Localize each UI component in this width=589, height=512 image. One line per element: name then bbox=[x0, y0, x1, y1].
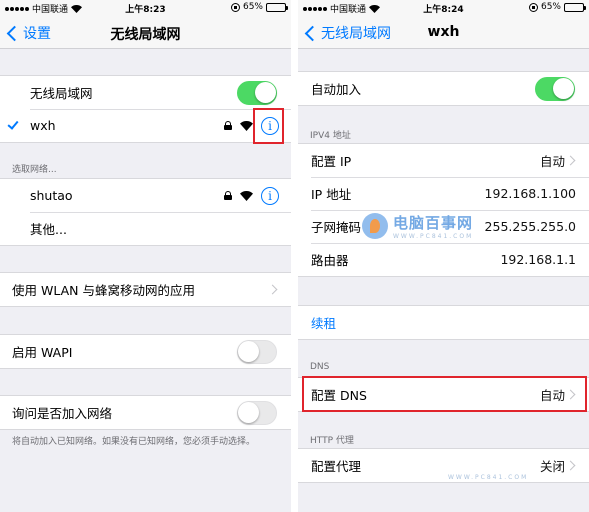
rotation-lock-icon bbox=[528, 2, 538, 12]
rotation-lock-icon bbox=[230, 2, 240, 12]
page-title: wxh bbox=[427, 24, 460, 40]
highlight-box bbox=[253, 108, 284, 144]
wlan-apps-label: 使用 WLAN 与蜂窝移动网的应用 bbox=[12, 283, 195, 298]
screen-divider bbox=[291, 0, 298, 512]
wapi-group: 启用 WAPI bbox=[0, 334, 291, 369]
chevron-right-icon bbox=[267, 284, 278, 295]
wlan-apps-group: 使用 WLAN 与蜂窝移动网的应用 bbox=[0, 272, 291, 307]
configure-ip-row[interactable]: 配置 IP 自动 bbox=[298, 144, 589, 177]
choose-network-label: 选取网络... bbox=[12, 165, 57, 175]
wifi-toggle[interactable] bbox=[237, 80, 277, 105]
configure-ip-label: 配置 IP bbox=[311, 154, 352, 169]
checkmark-icon bbox=[7, 118, 19, 130]
configure-proxy-label: 配置代理 bbox=[311, 459, 362, 474]
network-row-shutao[interactable]: shutao i bbox=[0, 179, 291, 212]
watermark-title: 电脑百事网 bbox=[393, 214, 474, 232]
network-name: wxh bbox=[30, 118, 56, 133]
wifi-group: 无线局域网 wxh i bbox=[0, 75, 291, 143]
connected-network-row[interactable]: wxh i bbox=[0, 109, 291, 142]
renew-group: 续租 bbox=[298, 305, 589, 340]
http-proxy-section-label: HTTP 代理 bbox=[310, 436, 354, 446]
watermark-url: WWW.PC841.COM bbox=[448, 474, 529, 481]
subnet-mask-value: 255.255.255.0 bbox=[484, 219, 576, 234]
renew-lease-row[interactable]: 续租 bbox=[298, 306, 589, 339]
dns-section-label: DNS bbox=[310, 362, 330, 372]
auto-join-row: 自动加入 bbox=[298, 72, 589, 105]
battery-percent: 65% bbox=[540, 2, 561, 12]
ask-join-group: 询问是否加入网络 bbox=[0, 395, 291, 430]
networks-group: shutao i 其他... bbox=[0, 178, 291, 246]
network-detail-screen: 中国联通 上午8:24 65% 无线局域网 wxh 自动加入 IPV4 地址 配… bbox=[298, 0, 589, 512]
wifi-toggle-row: 无线局域网 bbox=[0, 76, 291, 109]
battery-percent: 65% bbox=[242, 2, 263, 12]
wapi-toggle[interactable] bbox=[237, 339, 277, 364]
auto-join-label: 自动加入 bbox=[311, 82, 362, 97]
wifi-toggle-label: 无线局域网 bbox=[30, 86, 93, 101]
wapi-label: 启用 WAPI bbox=[12, 345, 73, 360]
network-name: shutao bbox=[30, 188, 73, 203]
status-bar: 中国联通 上午8:24 65% bbox=[298, 0, 589, 15]
ask-join-label: 询问是否加入网络 bbox=[12, 406, 113, 421]
info-icon[interactable]: i bbox=[261, 186, 279, 205]
nav-bar: 无线局域网 wxh bbox=[298, 15, 589, 49]
configure-ip-value: 自动 bbox=[539, 154, 565, 169]
chevron-right-icon bbox=[565, 460, 576, 471]
router-row: 路由器 192.168.1.1 bbox=[298, 243, 589, 276]
wifi-icon bbox=[240, 120, 253, 131]
watermark-url: WWW.PC841.COM bbox=[393, 233, 474, 240]
wifi-icon bbox=[240, 190, 253, 201]
ip-address-value: 192.168.1.100 bbox=[484, 186, 576, 201]
ask-join-footer: 将自动加入已知网络。如果没有已知网络，您必须手动选择。 bbox=[12, 437, 256, 447]
watermark: 电脑百事网 WWW.PC841.COM bbox=[362, 212, 473, 240]
ipv4-group: 配置 IP 自动 IP 地址 192.168.1.100 子网掩码 255.25… bbox=[298, 143, 589, 277]
ask-join-row: 询问是否加入网络 bbox=[0, 396, 291, 429]
renew-lease-link[interactable]: 续租 bbox=[311, 313, 336, 332]
watermark-logo-icon bbox=[362, 213, 388, 239]
wlan-apps-row[interactable]: 使用 WLAN 与蜂窝移动网的应用 bbox=[0, 273, 291, 306]
ipv4-section-label: IPV4 地址 bbox=[310, 131, 351, 141]
wapi-row: 启用 WAPI bbox=[0, 335, 291, 368]
battery-icon bbox=[564, 2, 586, 12]
subnet-mask-label: 子网掩码 bbox=[311, 220, 362, 235]
battery-icon bbox=[266, 2, 288, 12]
lock-icon bbox=[224, 121, 232, 130]
router-value: 192.168.1.1 bbox=[500, 252, 576, 267]
proxy-group: 配置代理 关闭 bbox=[298, 448, 589, 483]
network-row-other[interactable]: 其他... bbox=[0, 212, 291, 245]
router-label: 路由器 bbox=[311, 253, 349, 268]
auto-join-group: 自动加入 bbox=[298, 71, 589, 106]
nav-bar: 设置 无线局域网 bbox=[0, 15, 291, 49]
page-title: 无线局域网 bbox=[110, 27, 181, 43]
configure-proxy-value: 关闭 bbox=[539, 459, 565, 474]
ip-address-label: IP 地址 bbox=[311, 187, 352, 202]
auto-join-toggle[interactable] bbox=[535, 76, 575, 101]
network-name: 其他... bbox=[30, 222, 67, 237]
configure-proxy-row[interactable]: 配置代理 关闭 bbox=[298, 449, 589, 482]
ask-join-toggle[interactable] bbox=[237, 400, 277, 425]
lock-icon bbox=[224, 191, 232, 200]
chevron-right-icon bbox=[565, 155, 576, 166]
watermark-bottom: WWW.PC841.COM bbox=[448, 474, 528, 481]
wifi-settings-screen: 中国联通 上午8:23 65% 设置 无线局域网 无线局域网 wxh i 选取网… bbox=[0, 0, 291, 512]
highlight-box bbox=[302, 376, 587, 412]
ip-address-row: IP 地址 192.168.1.100 bbox=[298, 177, 589, 210]
status-bar: 中国联通 上午8:23 65% bbox=[0, 0, 291, 15]
